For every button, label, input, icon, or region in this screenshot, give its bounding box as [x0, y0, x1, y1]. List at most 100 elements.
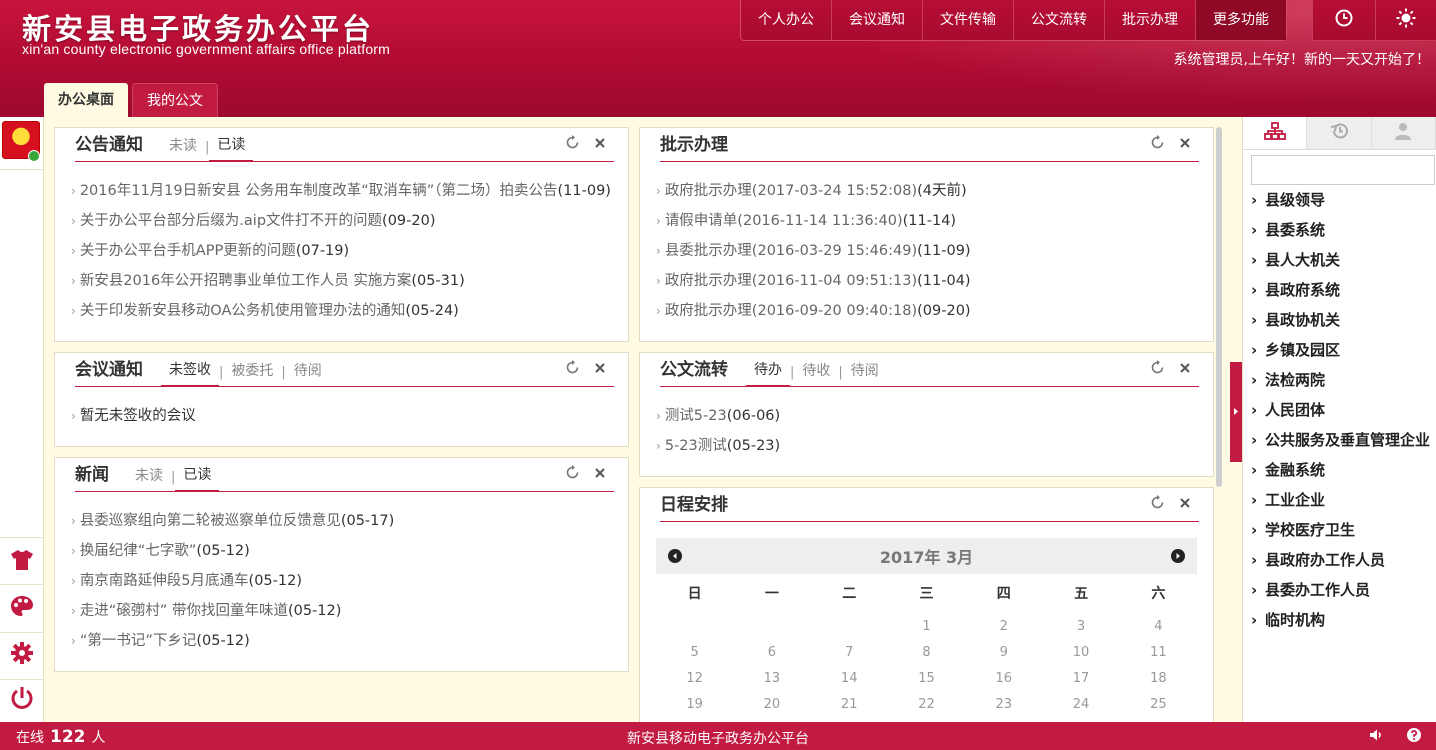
nav-personal-office[interactable]: 个人办公 [741, 0, 832, 40]
tab-org-tree[interactable] [1243, 117, 1308, 149]
org-tree-item[interactable]: › 县级领导 [1251, 185, 1436, 215]
refresh-icon[interactable] [565, 360, 580, 375]
org-tree-item[interactable]: › 县委系统 [1251, 215, 1436, 245]
tab-unread[interactable]: 未读 [161, 135, 205, 161]
refresh-icon[interactable] [1150, 135, 1165, 150]
tab-contacts[interactable] [1371, 117, 1436, 149]
list-item[interactable]: › 关于办公平台部分后缀为.aip文件打不开的问题(09-20) [71, 206, 614, 236]
org-tree-item[interactable]: › 乡镇及园区 [1251, 335, 1436, 365]
calendar-day[interactable]: 25 [1120, 692, 1197, 718]
tab-to-receive[interactable]: 待收 [794, 360, 838, 386]
org-search-input[interactable] [1251, 155, 1435, 185]
list-item[interactable]: › 测试5-23(06-06) [656, 401, 1199, 431]
prev-month-button[interactable] [668, 549, 682, 563]
tab-office-desktop[interactable]: 办公桌面 [44, 83, 128, 117]
org-tree-item[interactable]: › 公共服务及垂直管理企业 [1251, 425, 1436, 455]
calendar-day[interactable]: 5 [656, 640, 733, 666]
org-tree-item[interactable]: › 工业企业 [1251, 485, 1436, 515]
calendar-day[interactable]: 22 [888, 692, 965, 718]
org-tree-item[interactable]: › 临时机构 [1251, 605, 1436, 635]
calendar-day[interactable]: 1 [888, 614, 965, 640]
list-item[interactable]: › 关于办公平台手机APP更新的问题(07-19) [71, 236, 614, 266]
collapse-right-panel-button[interactable] [1230, 362, 1242, 462]
calendar-day[interactable]: 7 [811, 640, 888, 666]
theme-button[interactable] [1374, 0, 1436, 40]
refresh-icon[interactable] [1150, 495, 1165, 510]
close-icon[interactable] [1179, 497, 1191, 509]
nav-approval[interactable]: 批示办理 [1105, 0, 1196, 40]
calendar-day[interactable]: 8 [888, 640, 965, 666]
calendar-day[interactable]: 23 [965, 692, 1042, 718]
nav-more-functions[interactable]: 更多功能 [1196, 0, 1286, 40]
list-item[interactable]: › 请假申请单(2016-11-14 11:36:40)(11-14) [656, 206, 1199, 236]
close-icon[interactable] [1179, 362, 1191, 374]
calendar-day[interactable]: 18 [1120, 666, 1197, 692]
settings-button[interactable] [0, 638, 44, 672]
list-item[interactable]: › 新安县2016年公开招聘事业单位工作人员 实施方案(05-31) [71, 266, 614, 296]
calendar-day[interactable]: 15 [888, 666, 965, 692]
close-icon[interactable] [594, 362, 606, 374]
list-item[interactable]: › 换届纪律“七字歌”(05-12) [71, 536, 614, 566]
calendar-day[interactable]: 11 [1120, 640, 1197, 666]
list-item[interactable]: › “第一书记”下乡记(05-12) [71, 626, 614, 656]
nav-file-transfer[interactable]: 文件传输 [923, 0, 1014, 40]
skin-button[interactable] [0, 545, 44, 579]
calendar-day[interactable]: 21 [811, 692, 888, 718]
tab-read[interactable]: 已读 [175, 464, 220, 492]
org-tree-item[interactable]: › 县人大机关 [1251, 245, 1436, 275]
calendar-day[interactable]: 12 [656, 666, 733, 692]
refresh-icon[interactable] [1150, 360, 1165, 375]
clock-button[interactable] [1313, 0, 1375, 40]
list-item[interactable]: › 走进“磙彅村” 带你找回童年味道(05-12) [71, 596, 614, 626]
list-item[interactable]: › 县委巡察组向第二轮被巡察单位反馈意见(05-17) [71, 506, 614, 536]
org-tree-item[interactable]: › 县政协机关 [1251, 305, 1436, 335]
list-item[interactable]: › 南京南路延伸段5月底通车(05-12) [71, 566, 614, 596]
calendar-day[interactable]: 24 [1042, 692, 1119, 718]
tab-to-read[interactable]: 待阅 [286, 360, 330, 386]
refresh-icon[interactable] [565, 465, 580, 480]
list-item[interactable]: › 5-23测试(05-23) [656, 431, 1199, 461]
calendar-day[interactable]: 17 [1042, 666, 1119, 692]
logout-button[interactable] [0, 683, 44, 717]
calendar-day[interactable]: 16 [965, 666, 1042, 692]
tab-unsigned[interactable]: 未签收 [161, 359, 219, 387]
volume-icon[interactable] [1368, 727, 1384, 747]
calendar-day[interactable]: 19 [656, 692, 733, 718]
tab-todo[interactable]: 待办 [746, 359, 790, 387]
org-tree-item[interactable]: › 学校医疗卫生 [1251, 515, 1436, 545]
org-tree-item[interactable]: › 法检两院 [1251, 365, 1436, 395]
close-icon[interactable] [1179, 137, 1191, 149]
close-icon[interactable] [594, 467, 606, 479]
list-item[interactable]: › 县委批示办理(2016-03-29 15:46:49)(11-09) [656, 236, 1199, 266]
help-icon[interactable] [1406, 727, 1422, 747]
calendar-day[interactable]: 13 [733, 666, 810, 692]
calendar-day[interactable]: 6 [733, 640, 810, 666]
calendar-day[interactable]: 14 [811, 666, 888, 692]
org-tree-item[interactable]: › 县政府系统 [1251, 275, 1436, 305]
calendar-day[interactable]: 3 [1042, 614, 1119, 640]
tab-read[interactable]: 已读 [209, 134, 254, 162]
next-month-button[interactable] [1171, 549, 1185, 563]
calendar-day[interactable]: 4 [1120, 614, 1197, 640]
list-item[interactable]: › 政府批示办理(2016-09-20 09:40:18)(09-20) [656, 296, 1199, 326]
close-icon[interactable] [594, 137, 606, 149]
tab-my-documents[interactable]: 我的公文 [132, 83, 218, 117]
calendar-day[interactable]: 9 [965, 640, 1042, 666]
tab-to-read[interactable]: 待阅 [843, 360, 887, 386]
org-tree-item[interactable]: › 金融系统 [1251, 455, 1436, 485]
org-tree-item[interactable]: › 县政府办工作人员 [1251, 545, 1436, 575]
refresh-icon[interactable] [565, 135, 580, 150]
calendar-day[interactable]: 10 [1042, 640, 1119, 666]
scrollbar[interactable] [1216, 127, 1222, 487]
list-item[interactable]: › 政府批示办理(2017-03-24 15:52:08)(4天前) [656, 176, 1199, 206]
tab-delegated[interactable]: 被委托 [223, 360, 281, 386]
palette-button[interactable] [0, 591, 44, 625]
org-tree-item[interactable]: › 人民团体 [1251, 395, 1436, 425]
calendar-day[interactable]: 20 [733, 692, 810, 718]
list-item[interactable]: › 关于印发新安县移动OA公务机使用管理办法的通知(05-24) [71, 296, 614, 326]
org-tree-item[interactable]: › 县委办工作人员 [1251, 575, 1436, 605]
list-item[interactable]: › 2016年11月19日新安县 公务用车制度改革“取消车辆”（第二场）拍卖公告(… [71, 176, 614, 206]
tab-unread[interactable]: 未读 [127, 465, 171, 491]
calendar-day[interactable]: 2 [965, 614, 1042, 640]
nav-document-flow[interactable]: 公文流转 [1014, 0, 1105, 40]
